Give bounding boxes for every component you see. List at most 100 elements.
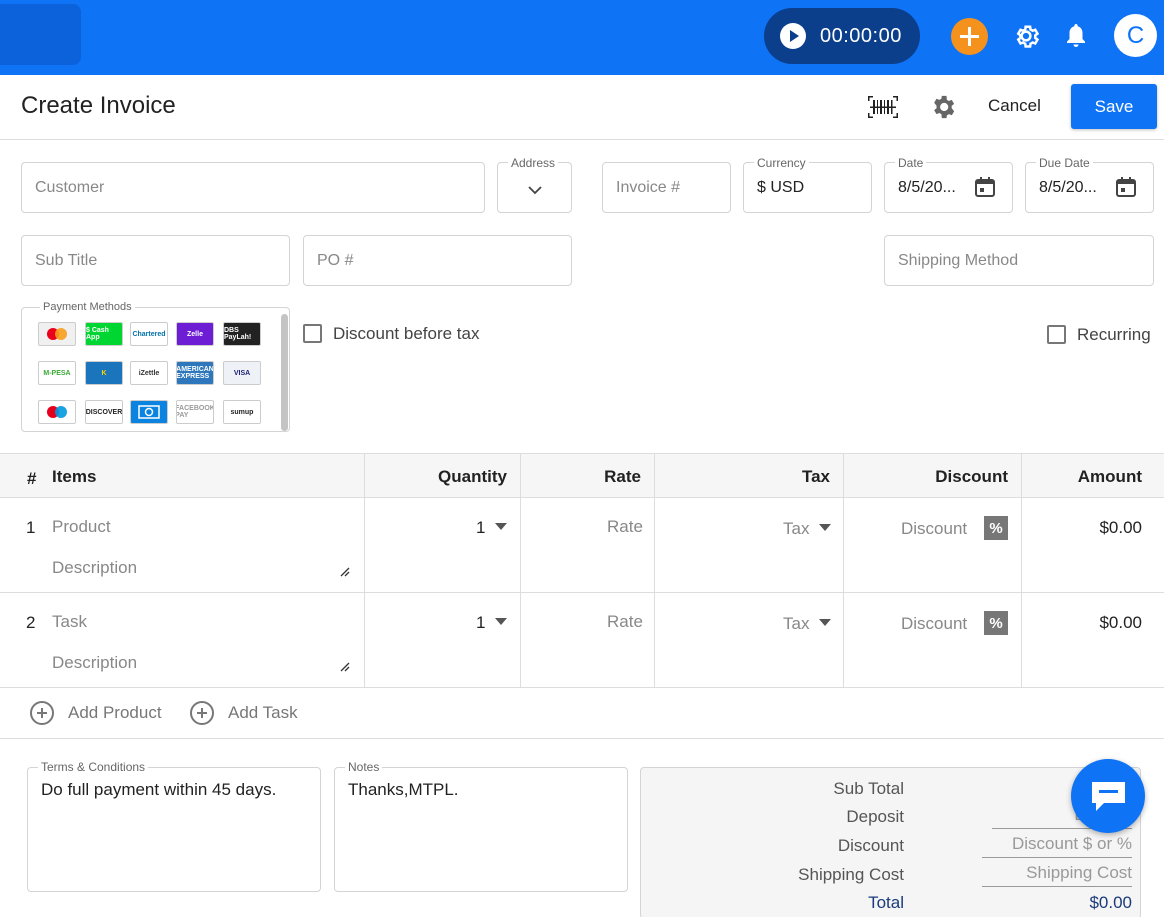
maestro-icon[interactable] bbox=[38, 400, 76, 424]
quantity-dropdown-icon[interactable] bbox=[495, 523, 507, 530]
standard-chartered-icon[interactable]: Chartered bbox=[130, 322, 168, 346]
col-discount-header: Discount bbox=[935, 467, 1008, 486]
tax-dropdown-icon[interactable] bbox=[819, 619, 831, 626]
address-dropdown[interactable]: Address bbox=[497, 156, 572, 213]
quantity-value[interactable]: 1 bbox=[476, 613, 485, 633]
col-divider bbox=[364, 453, 365, 687]
address-label: Address bbox=[508, 156, 559, 170]
mpesa-icon[interactable]: M-PESA bbox=[38, 361, 76, 385]
col-quantity-header: Quantity bbox=[438, 467, 507, 486]
add-task-button[interactable]: Add Task bbox=[190, 701, 298, 725]
row-number: 2 bbox=[26, 613, 36, 632]
customer-field[interactable]: Customer bbox=[21, 162, 485, 213]
customer-placeholder: Customer bbox=[35, 178, 105, 196]
task-input[interactable]: Task bbox=[52, 612, 87, 632]
settings-gear-icon[interactable] bbox=[1011, 21, 1041, 51]
chat-bubble-icon bbox=[1092, 782, 1125, 811]
percent-toggle[interactable]: % bbox=[984, 611, 1008, 635]
currency-label: Currency bbox=[754, 156, 809, 170]
chat-button[interactable] bbox=[1071, 759, 1145, 833]
payment-method-text: AMERICAN EXPRESS bbox=[176, 366, 214, 380]
product-input[interactable]: Product bbox=[52, 517, 111, 537]
quantity-dropdown-icon[interactable] bbox=[495, 618, 507, 625]
discover-icon[interactable]: DISCOVER bbox=[85, 400, 123, 424]
payment-method-text: FACEBOOK PAY bbox=[176, 405, 214, 419]
description-input[interactable]: Description bbox=[52, 558, 137, 578]
recurring-checkbox[interactable] bbox=[1047, 325, 1066, 344]
date-field[interactable]: Date 8/5/20... bbox=[884, 156, 1013, 213]
cancel-button[interactable]: Cancel bbox=[988, 96, 1041, 116]
discount-input[interactable]: Discount bbox=[901, 614, 967, 634]
payment-method-text: iZettle bbox=[138, 369, 160, 377]
shipping-cost-input[interactable]: Shipping Cost bbox=[982, 863, 1132, 887]
col-divider bbox=[520, 453, 521, 687]
knet-icon[interactable]: K bbox=[85, 361, 123, 385]
col-divider bbox=[843, 453, 844, 687]
payment-methods-box: Payment Methods $ Cash App Chartered Zelle… bbox=[21, 301, 290, 432]
due-date-value: 8/5/20... bbox=[1039, 178, 1097, 196]
visa-icon[interactable]: VISA bbox=[223, 361, 261, 385]
col-divider bbox=[654, 453, 655, 687]
discount-before-tax-label: Discount before tax bbox=[333, 324, 480, 343]
american-express-icon[interactable]: AMERICAN EXPRESS bbox=[176, 361, 214, 385]
page-title: Create Invoice bbox=[21, 92, 176, 119]
notes-textarea[interactable]: Notes Thanks,MTPL. bbox=[334, 760, 628, 892]
shipping-method-field[interactable]: Shipping Method bbox=[884, 235, 1154, 286]
terms-textarea[interactable]: Terms & Conditions Do full payment withi… bbox=[27, 760, 321, 892]
percent-toggle[interactable]: % bbox=[984, 516, 1008, 540]
calendar-icon[interactable] bbox=[974, 176, 996, 198]
chevron-down-icon bbox=[528, 186, 542, 195]
add-product-button[interactable]: Add Product bbox=[30, 701, 162, 725]
zelle-icon[interactable]: Zelle bbox=[176, 322, 214, 346]
barcode-scan-icon[interactable] bbox=[868, 96, 898, 118]
resize-handle-icon[interactable] bbox=[340, 567, 350, 577]
payment-methods-label: Payment Methods bbox=[40, 301, 135, 313]
rate-input[interactable]: Rate bbox=[607, 517, 643, 537]
mastercard-icon[interactable] bbox=[38, 322, 76, 346]
due-date-field[interactable]: Due Date 8/5/20... bbox=[1025, 156, 1154, 213]
subtotal-label: Sub Total bbox=[833, 779, 904, 798]
calendar-icon[interactable] bbox=[1115, 176, 1137, 198]
discount-before-tax-checkbox[interactable] bbox=[303, 324, 322, 343]
tax-select[interactable]: Tax bbox=[783, 519, 809, 539]
po-number-field[interactable]: PO # bbox=[303, 235, 572, 286]
logo[interactable] bbox=[0, 4, 81, 65]
timer-text: 00:00:00 bbox=[820, 24, 902, 47]
dbs-paylah-icon[interactable]: DBS PayLah! bbox=[223, 322, 261, 346]
shipping-method-placeholder: Shipping Method bbox=[898, 251, 1019, 269]
invoice-settings-gear-icon[interactable] bbox=[929, 93, 957, 121]
payment-methods-scrollbar[interactable] bbox=[281, 314, 288, 431]
recurring-label: Recurring bbox=[1077, 325, 1151, 344]
discount-input[interactable]: Discount bbox=[901, 519, 967, 539]
subtitle-field[interactable]: Sub Title bbox=[21, 235, 290, 286]
total-discount-input[interactable]: Discount $ or % bbox=[982, 834, 1132, 858]
currency-value: $ USD bbox=[757, 178, 805, 196]
save-button[interactable]: Save bbox=[1071, 84, 1157, 129]
add-icon[interactable] bbox=[951, 18, 988, 55]
top-bar: 00:00:00 C bbox=[0, 0, 1164, 75]
currency-field[interactable]: Currency $ USD bbox=[743, 156, 872, 213]
description-input[interactable]: Description bbox=[52, 653, 137, 673]
izettle-icon[interactable]: iZettle bbox=[130, 361, 168, 385]
rate-input[interactable]: Rate bbox=[607, 612, 643, 632]
cash-app-icon[interactable]: $ Cash App bbox=[85, 322, 123, 346]
facebook-pay-icon[interactable]: FACEBOOK PAY bbox=[176, 400, 214, 424]
subtitle-placeholder: Sub Title bbox=[35, 251, 98, 269]
deposit-label: Deposit bbox=[846, 807, 904, 826]
totals-panel: Sub Total Deposit Deposit Discount Disco… bbox=[640, 767, 1141, 917]
amount-value: $0.00 bbox=[1099, 518, 1142, 537]
play-icon bbox=[780, 23, 806, 49]
quantity-value[interactable]: 1 bbox=[476, 518, 485, 538]
invoice-number-field[interactable]: Invoice # bbox=[602, 162, 731, 213]
resize-handle-icon[interactable] bbox=[340, 662, 350, 672]
user-avatar[interactable]: C bbox=[1114, 14, 1157, 57]
notification-bell-icon[interactable] bbox=[1064, 22, 1088, 50]
cash-icon[interactable] bbox=[130, 400, 168, 424]
tax-dropdown-icon[interactable] bbox=[819, 524, 831, 531]
payment-method-text: M-PESA bbox=[43, 369, 71, 377]
payment-method-text: K bbox=[101, 369, 107, 377]
col-divider bbox=[1021, 453, 1022, 687]
tax-select[interactable]: Tax bbox=[783, 614, 809, 634]
timer-button[interactable]: 00:00:00 bbox=[764, 8, 920, 64]
sumup-icon[interactable]: sumup bbox=[223, 400, 261, 424]
